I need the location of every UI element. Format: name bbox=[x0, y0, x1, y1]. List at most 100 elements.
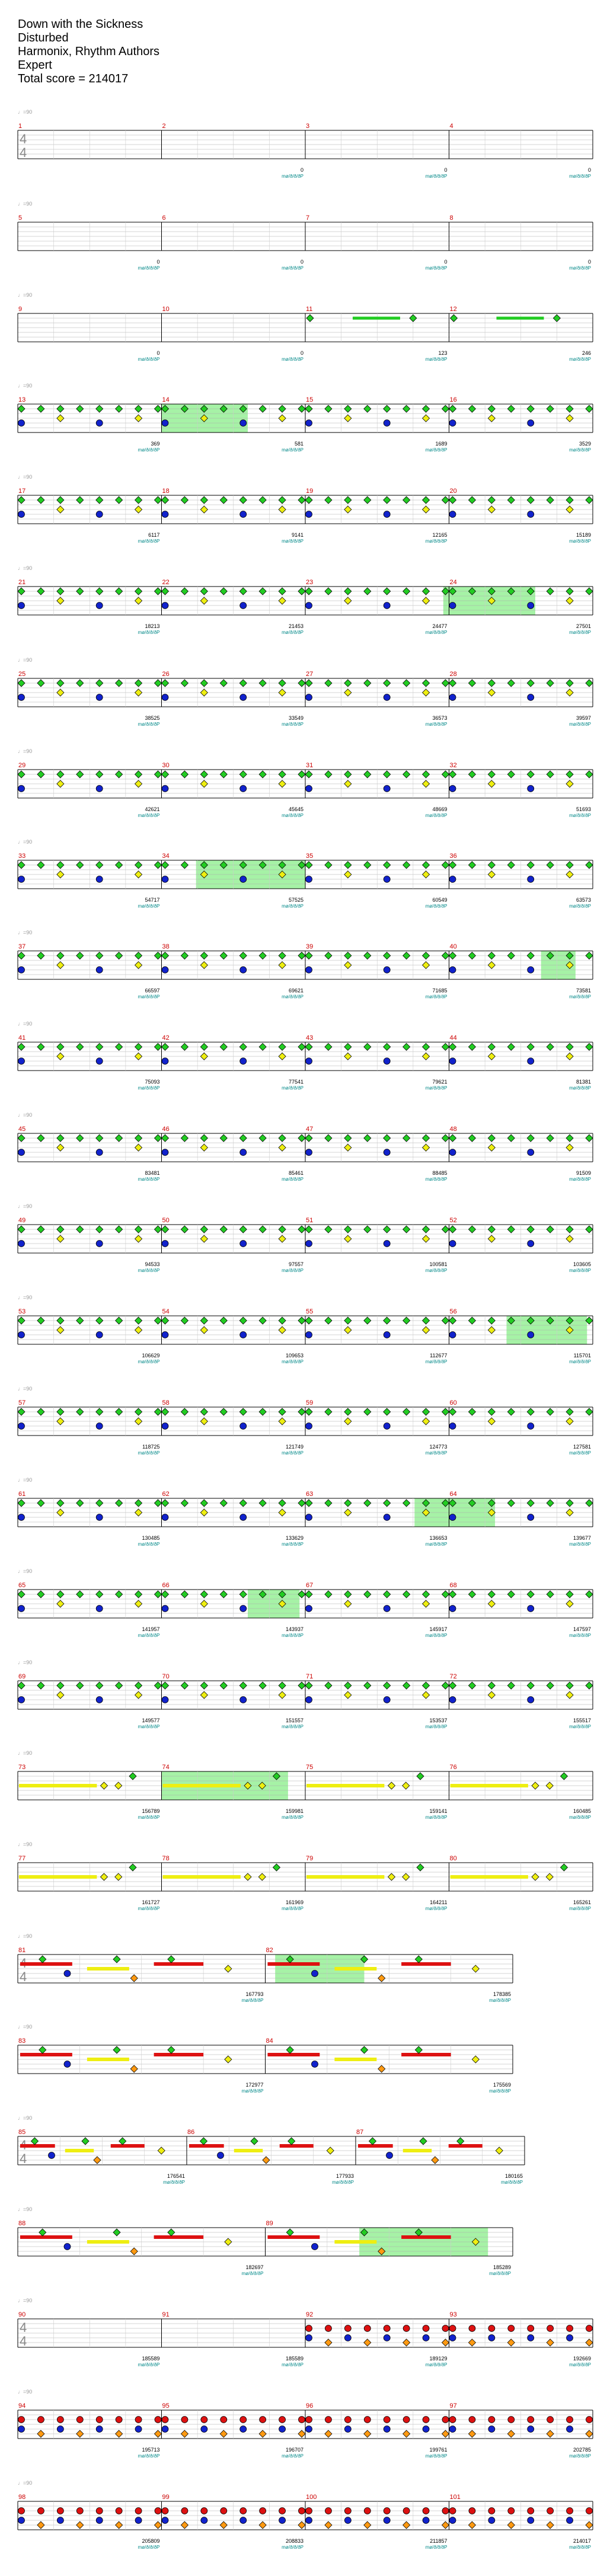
note-gem-icon bbox=[526, 861, 535, 869]
note-gem-icon bbox=[305, 876, 312, 883]
note-gem-icon bbox=[344, 1508, 352, 1517]
note-gem-icon bbox=[161, 1514, 169, 1521]
note-gem-icon bbox=[402, 2507, 410, 2514]
note-gem-icon bbox=[18, 1240, 25, 1247]
note-gem-icon bbox=[239, 1605, 247, 1612]
bpm-marker: ♩=90 bbox=[18, 474, 32, 480]
note-gem-icon bbox=[422, 870, 430, 879]
note-gem-icon bbox=[487, 1326, 496, 1334]
note-gem-icon bbox=[448, 1590, 457, 1598]
note-gem-icon bbox=[113, 1955, 121, 1963]
note-gem-icon bbox=[344, 1590, 352, 1598]
note-gem-icon bbox=[278, 1691, 286, 1699]
note-gem-icon bbox=[95, 694, 103, 701]
note-gem-icon bbox=[422, 1235, 430, 1243]
note-gem-icon bbox=[441, 1134, 450, 1142]
note-gem-icon bbox=[546, 2430, 554, 2438]
note-gem-icon bbox=[258, 1134, 267, 1142]
multiplier-tag: mø/ð/ð/ðP bbox=[138, 1450, 160, 1456]
note-gem-icon bbox=[449, 1331, 456, 1338]
note-gem-icon bbox=[324, 770, 333, 778]
note-gem-icon bbox=[135, 1408, 143, 1416]
note-gem-icon bbox=[442, 2416, 449, 2423]
note-gem-icon bbox=[37, 679, 45, 687]
note-gem-icon bbox=[305, 1422, 312, 1430]
note-gem-icon bbox=[487, 1143, 496, 1152]
note-gem-icon bbox=[507, 1408, 515, 1416]
note-gem-icon bbox=[135, 587, 143, 595]
multiplier-tag: mø/ð/ð/ðP bbox=[138, 1724, 160, 1729]
note-gem-icon bbox=[95, 405, 104, 413]
note-gem-icon bbox=[363, 2416, 371, 2423]
note-gem-icon bbox=[409, 314, 417, 322]
note-gem-icon bbox=[526, 405, 535, 413]
measure-score: 0 bbox=[588, 259, 591, 265]
note-gem-icon bbox=[161, 861, 170, 869]
note-gem-icon bbox=[63, 2061, 71, 2068]
note-gem-icon bbox=[305, 1514, 312, 1521]
note-gem-icon bbox=[487, 1134, 496, 1142]
multiplier-tag: mø/ð/ð/ðP bbox=[569, 1906, 591, 1911]
note-gem-icon bbox=[422, 1316, 430, 1325]
note-gem-icon bbox=[507, 951, 515, 960]
note-gem-icon bbox=[305, 602, 312, 609]
note-gem-icon bbox=[95, 1681, 104, 1690]
measure-score: 83481 bbox=[145, 1170, 159, 1176]
measure-score: 211857 bbox=[430, 2538, 447, 2544]
note-gem-icon bbox=[219, 1590, 228, 1598]
note-gem-icon bbox=[95, 419, 103, 427]
note-gem-icon bbox=[180, 679, 189, 687]
note-gem-icon bbox=[115, 770, 123, 778]
measure-number: 51 bbox=[306, 1217, 313, 1224]
multiplier-tag: mø/ð/ð/ðP bbox=[426, 2545, 448, 2550]
measure-number: 33 bbox=[18, 853, 25, 860]
note-gem-icon bbox=[344, 587, 352, 595]
note-gem-icon bbox=[161, 1240, 169, 1247]
note-gem-icon bbox=[278, 1052, 286, 1060]
measure-number: 14 bbox=[162, 396, 170, 403]
measure-number: 58 bbox=[162, 1399, 170, 1406]
note-gem-icon bbox=[135, 1681, 143, 1690]
note-gem-icon bbox=[258, 1316, 267, 1325]
note-gem-icon bbox=[441, 679, 450, 687]
note-gem-icon bbox=[30, 2137, 39, 2145]
note-gem-icon bbox=[129, 1863, 137, 1872]
note-gem-icon bbox=[449, 1240, 456, 1247]
note-gem-icon bbox=[416, 1772, 424, 1780]
measure-number: 65 bbox=[18, 1582, 25, 1589]
note-gem-icon bbox=[100, 1782, 108, 1790]
note-gem-icon bbox=[37, 405, 45, 413]
multiplier-tag: mø/ð/ð/ðP bbox=[138, 2453, 160, 2459]
note-gem-icon bbox=[37, 1681, 45, 1690]
measure-score: 54717 bbox=[145, 897, 159, 903]
measure-number: 71 bbox=[306, 1673, 313, 1680]
bpm-marker: ♩=90 bbox=[18, 2206, 32, 2212]
note-gem-icon bbox=[546, 1408, 554, 1416]
note-gem-icon bbox=[402, 496, 411, 504]
note-gem-icon bbox=[383, 2416, 391, 2423]
note-gem-icon bbox=[200, 1134, 208, 1142]
note-gem-icon bbox=[239, 1331, 247, 1338]
measure-score: 185289 bbox=[493, 2264, 511, 2270]
measure-score: 192669 bbox=[573, 2356, 591, 2362]
note-gem-icon bbox=[402, 1043, 411, 1051]
note-gem-icon bbox=[383, 1225, 391, 1233]
note-gem-icon bbox=[402, 1590, 411, 1598]
note-gem-icon bbox=[585, 1043, 593, 1051]
note-gem-icon bbox=[441, 770, 450, 778]
note-gem-icon bbox=[363, 2338, 372, 2347]
note-gem-icon bbox=[135, 1326, 143, 1334]
note-gem-icon bbox=[527, 2517, 535, 2524]
note-gem-icon bbox=[180, 1499, 189, 1507]
note-gem-icon bbox=[416, 1863, 424, 1872]
note-gem-icon bbox=[363, 1225, 372, 1233]
note-gem-icon bbox=[135, 1225, 143, 1233]
note-gem-icon bbox=[383, 511, 391, 518]
note-gem-icon bbox=[200, 505, 208, 514]
note-gem-icon bbox=[18, 694, 25, 701]
measure-number: 67 bbox=[306, 1582, 313, 1589]
note-gem-icon bbox=[219, 1225, 228, 1233]
note-gem-icon bbox=[531, 1873, 539, 1881]
note-gem-icon bbox=[487, 505, 496, 514]
note-gem-icon bbox=[17, 1225, 25, 1233]
